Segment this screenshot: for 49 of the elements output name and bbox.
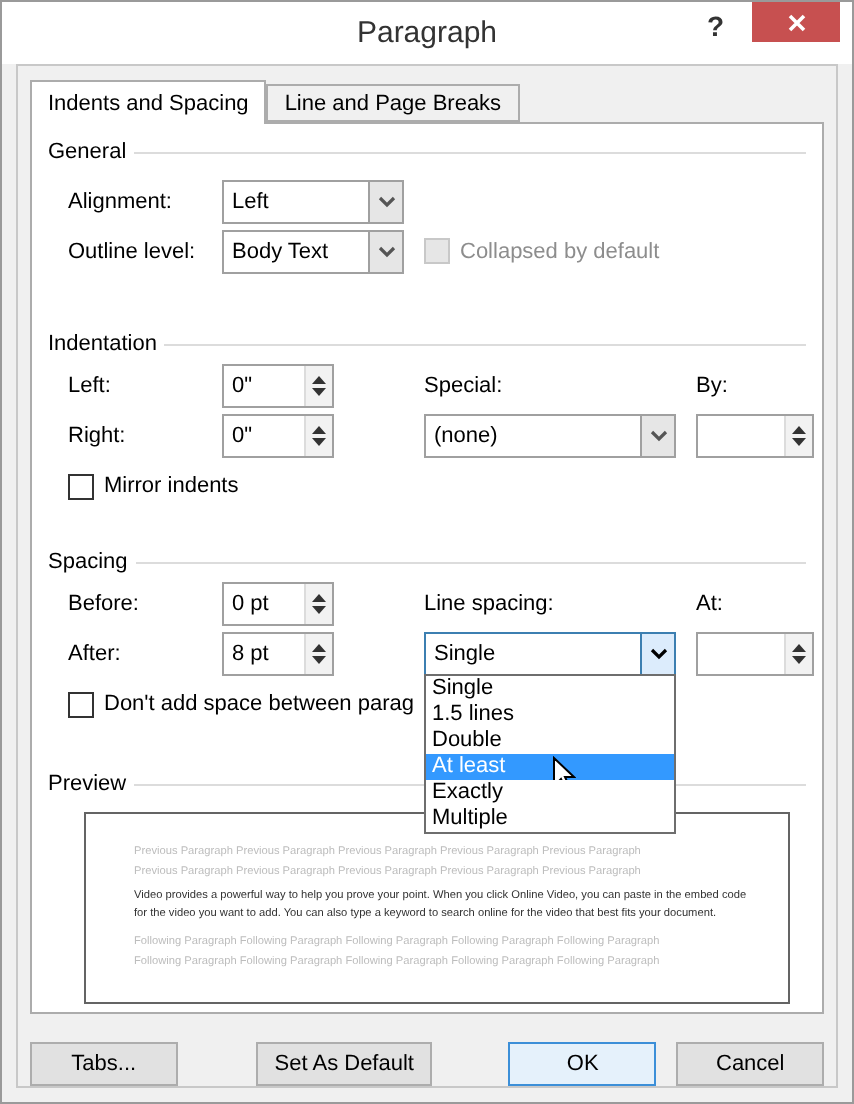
field-label: Line spacing: — [424, 592, 554, 616]
spin-buttons[interactable] — [304, 584, 332, 624]
spin-field[interactable]: 8 pt — [222, 632, 334, 676]
field-label: After: — [66, 642, 123, 666]
section-heading: Indentation — [48, 332, 157, 356]
spin-field[interactable] — [696, 632, 814, 676]
spin-buttons[interactable] — [304, 634, 332, 674]
checkbox-label: Mirror indents — [104, 474, 239, 498]
field-label: Right: — [66, 424, 128, 448]
field-label: At: — [696, 592, 723, 616]
field-label: Left: — [66, 374, 113, 398]
window-title: Paragraph — [356, 16, 498, 50]
chevron-icon — [649, 648, 667, 660]
dropdown[interactable]: Single — [424, 632, 676, 676]
checkbox-label: Collapsed by default — [460, 239, 660, 263]
dialog-button[interactable]: Set As Default — [255, 1042, 433, 1086]
close-button[interactable] — [752, 2, 840, 42]
field-label: Special: — [424, 374, 503, 398]
help-button[interactable]: ? — [698, 6, 732, 46]
spin-buttons[interactable] — [784, 634, 812, 674]
dropdown[interactable]: Left — [222, 179, 404, 223]
tab[interactable]: Line and Page Breaks — [266, 84, 520, 122]
section-heading: General — [48, 140, 127, 164]
checkbox-label: Don't add space between parag — [104, 692, 414, 716]
chevron-icon — [377, 245, 395, 257]
chevron-icon — [377, 195, 395, 207]
spin-field[interactable]: 0" — [222, 414, 334, 458]
dropdown[interactable]: Body Text — [222, 229, 404, 273]
section-heading: Spacing — [48, 550, 128, 574]
spin-field[interactable]: 0" — [222, 364, 334, 408]
field-label: Before: — [66, 592, 141, 616]
field-label: Alignment: — [66, 189, 174, 213]
dialog-button[interactable]: Tabs... — [30, 1042, 178, 1086]
checkbox[interactable] — [68, 691, 94, 717]
field-label: By: — [696, 374, 728, 398]
spin-field[interactable]: 0 pt — [222, 582, 334, 626]
tab[interactable]: Indents and Spacing — [30, 80, 267, 124]
close-icon — [787, 13, 805, 31]
spin-buttons[interactable] — [784, 416, 812, 456]
dialog-button[interactable]: OK — [508, 1042, 657, 1086]
dialog-button[interactable]: Cancel — [676, 1042, 825, 1086]
spin-buttons[interactable] — [304, 366, 332, 406]
section-heading: Preview — [48, 772, 127, 796]
checkbox[interactable] — [68, 473, 94, 499]
field-label: Outline level: — [66, 239, 198, 263]
spin-buttons[interactable] — [304, 416, 332, 456]
chevron-icon — [649, 430, 667, 442]
spin-field[interactable] — [696, 414, 814, 458]
dropdown[interactable]: (none) — [424, 414, 676, 458]
